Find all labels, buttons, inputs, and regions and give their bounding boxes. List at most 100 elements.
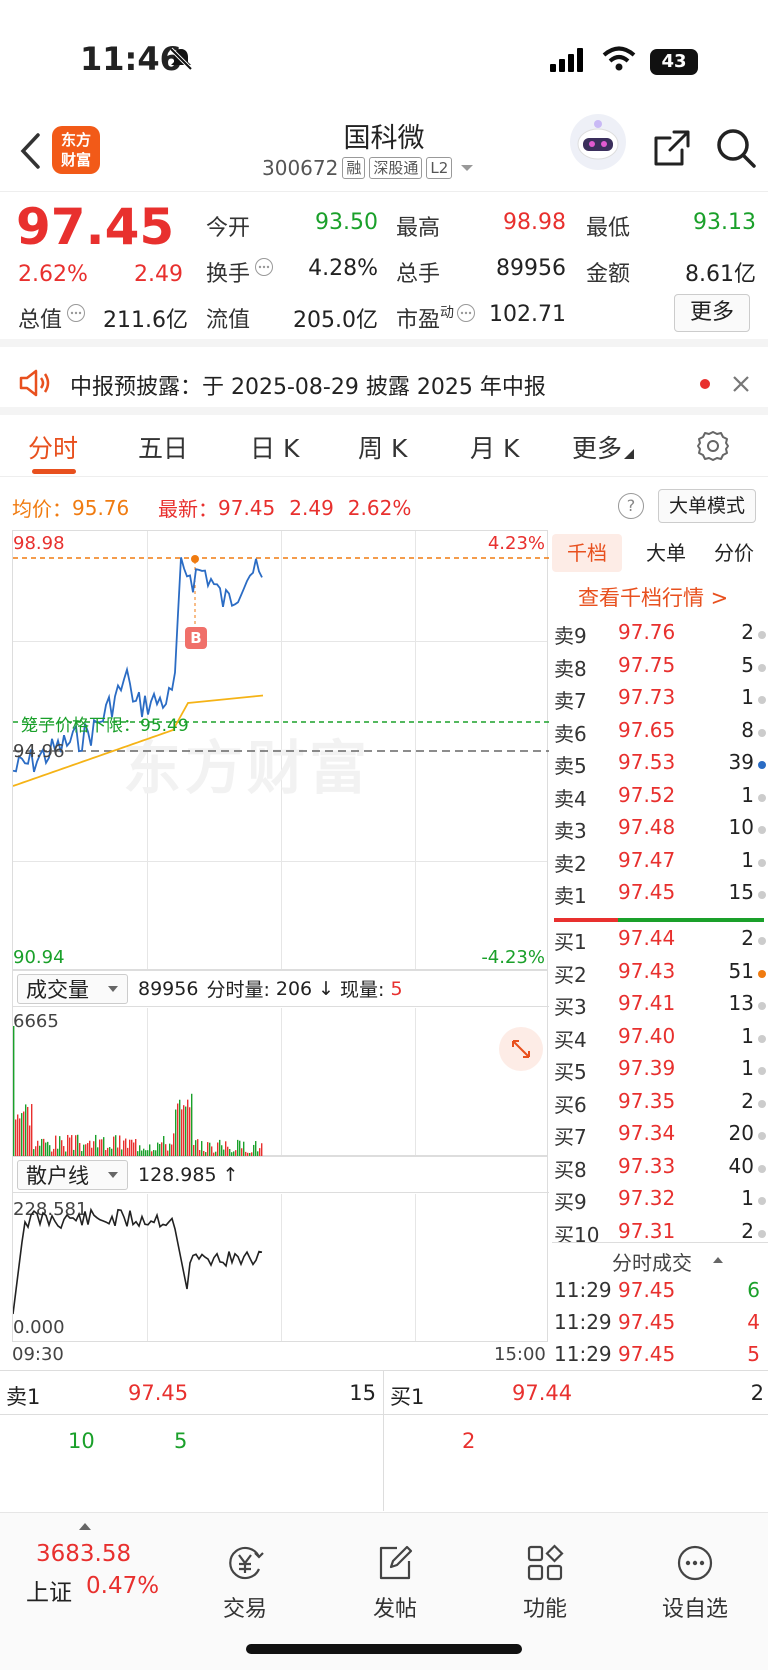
tab-big-order[interactable]: 大单 <box>636 534 696 572</box>
ask-row[interactable]: 卖5 97.53 39 <box>552 750 768 782</box>
chart-info-line: 均价： 95.76 最新： 97.45 2.49 2.62% ? <box>0 487 768 527</box>
bid-row[interactable]: 买3 97.41 13 <box>552 991 768 1023</box>
volume-bar <box>139 1145 141 1156</box>
ask-row[interactable]: 卖6 97.65 8 <box>552 718 768 750</box>
bid-volume: 2 <box>741 1218 754 1243</box>
tab-intraday[interactable]: 分时 <box>28 429 78 465</box>
pe-value: 102.71 <box>489 302 566 327</box>
ask-row[interactable]: 卖9 97.76 2 <box>552 620 768 652</box>
volume-bar <box>129 1139 131 1156</box>
share-icon[interactable] <box>652 128 692 168</box>
nav-trade[interactable]: 交易 <box>190 1543 300 1623</box>
dropdown-caret-icon <box>108 985 118 992</box>
bid-row[interactable]: 买6 97.35 2 <box>552 1089 768 1121</box>
bid-row[interactable]: 买4 97.40 1 <box>552 1024 768 1056</box>
chart-low-pct: -4.23% <box>481 947 545 968</box>
big-order-mode-button[interactable]: 大单模式 <box>658 489 756 523</box>
pe-label[interactable]: 市盈 动 <box>396 302 476 334</box>
volume-bar <box>13 1026 15 1156</box>
volume-bar <box>191 1093 193 1156</box>
disclosure-notice[interactable]: 中报预披露：于 2025-08-29 披露 2025 年中报 <box>0 355 768 415</box>
volume-bar <box>229 1149 231 1156</box>
tab-price-split[interactable]: 分价 <box>702 534 766 572</box>
bid-row[interactable]: 买8 97.33 40 <box>552 1154 768 1186</box>
volume-bar <box>107 1147 109 1156</box>
ask-row[interactable]: 卖7 97.73 1 <box>552 685 768 717</box>
tab-weekly-k[interactable]: 周 K <box>358 429 407 465</box>
volume-bar <box>163 1136 165 1156</box>
more-dots-icon <box>677 1545 713 1581</box>
back-arrow-icon[interactable] <box>18 132 42 170</box>
volume-bar <box>47 1141 49 1156</box>
tab-daily-k[interactable]: 日 K <box>250 429 299 465</box>
trade-price: 97.45 <box>618 1310 676 1334</box>
bid-row[interactable]: 买1 97.44 2 <box>552 926 768 958</box>
ask-row[interactable]: 卖2 97.47 1 <box>552 848 768 880</box>
float-cap-label: 流值 <box>206 308 251 333</box>
settings-gear-icon[interactable] <box>696 429 730 463</box>
intraday-price-chart[interactable]: 东方财富 B 98.98 4.23% 90.94 -4.23% 94.96 笼子… <box>12 530 549 970</box>
buy-marker[interactable]: B <box>185 627 207 649</box>
volume-bar <box>45 1142 47 1156</box>
nav-post[interactable]: 发帖 <box>340 1543 450 1623</box>
ask-price: 97.73 <box>618 685 676 709</box>
order-dot <box>758 663 766 672</box>
tab-more[interactable]: 更多 <box>572 429 635 465</box>
close-icon[interactable] <box>730 373 752 395</box>
view-depth-link[interactable]: 查看千档行情 > <box>578 582 728 612</box>
grid-apps-icon <box>527 1544 564 1581</box>
retail-line-chart[interactable]: 散户线 128.985 ↑ 228.581 0.000 <box>12 1156 549 1342</box>
time-start-label: 09:30 <box>12 1344 64 1365</box>
more-quote-button[interactable]: 更多 <box>674 294 750 332</box>
volume-bar <box>53 1148 55 1156</box>
current-price: 97.45 <box>16 198 175 256</box>
order-dot <box>758 696 766 704</box>
volume-bar <box>69 1137 71 1156</box>
nav-add-watchlist[interactable]: 设自选 <box>640 1543 750 1623</box>
bid-row[interactable]: 买9 97.32 1 <box>552 1186 768 1218</box>
collapse-caret-icon <box>713 1257 723 1263</box>
tab-depth[interactable]: 千档 <box>552 534 622 572</box>
volume-bar <box>209 1142 211 1156</box>
volume-bar <box>87 1143 89 1156</box>
volume-bar <box>185 1106 187 1156</box>
ask-row[interactable]: 卖8 97.75 5 <box>552 653 768 685</box>
tab-monthly-k[interactable]: 月 K <box>470 429 519 465</box>
ask-row[interactable]: 卖4 97.52 1 <box>552 783 768 815</box>
trades-header[interactable]: 分时成交 <box>552 1242 768 1276</box>
ask-row[interactable]: 卖3 97.48 10 <box>552 815 768 847</box>
order-dot <box>758 826 766 834</box>
search-icon[interactable] <box>714 126 758 170</box>
volume-bar <box>255 1141 257 1156</box>
expand-chart-button[interactable] <box>499 1027 543 1071</box>
amount-label: 金额 <box>586 262 631 287</box>
bid-row[interactable]: 买2 97.43 51 <box>552 959 768 991</box>
market-cap-label[interactable]: 总值 <box>18 302 86 334</box>
tab-five-day[interactable]: 五日 <box>138 429 188 465</box>
order-dot <box>758 1034 766 1043</box>
volume-value: 89956 <box>496 256 566 281</box>
info-dots-icon <box>457 304 476 322</box>
turnover-value: 4.28% <box>308 256 378 281</box>
volume-bar <box>157 1142 159 1156</box>
ask-volume: 1 <box>741 847 754 872</box>
nav-functions[interactable]: 功能 <box>490 1543 600 1623</box>
turnover-label[interactable]: 换手 <box>206 256 274 288</box>
ai-robot-avatar-icon[interactable] <box>568 112 628 172</box>
bid-row[interactable]: 买5 97.39 1 <box>552 1056 768 1088</box>
retail-indicator-selector[interactable]: 散户线 <box>17 1159 128 1190</box>
stock-code: 300672 <box>262 156 339 180</box>
tick-volume-value: 206 <box>275 977 313 1000</box>
ask-volume: 1 <box>741 685 754 709</box>
bid-row[interactable]: 买7 97.34 20 <box>552 1121 768 1153</box>
volume-indicator-selector[interactable]: 成交量 <box>17 973 128 1004</box>
help-icon[interactable]: ? <box>618 493 644 519</box>
volume-bar <box>177 1103 179 1156</box>
index-ticker[interactable]: 3683.58 上证 0.47% <box>0 1513 170 1623</box>
volume-chart[interactable]: 成交量 89956 分时量: 206 ↓ 现量: 5 6665 <box>12 970 549 1156</box>
stock-code-row[interactable]: 300672 融 深股通 L2 <box>262 156 476 180</box>
volume-bars-svg <box>13 1026 263 1156</box>
ask-row[interactable]: 卖1 97.45 15 <box>552 880 768 912</box>
ask-volume: 8 <box>741 717 754 742</box>
volume-bar <box>161 1142 163 1156</box>
